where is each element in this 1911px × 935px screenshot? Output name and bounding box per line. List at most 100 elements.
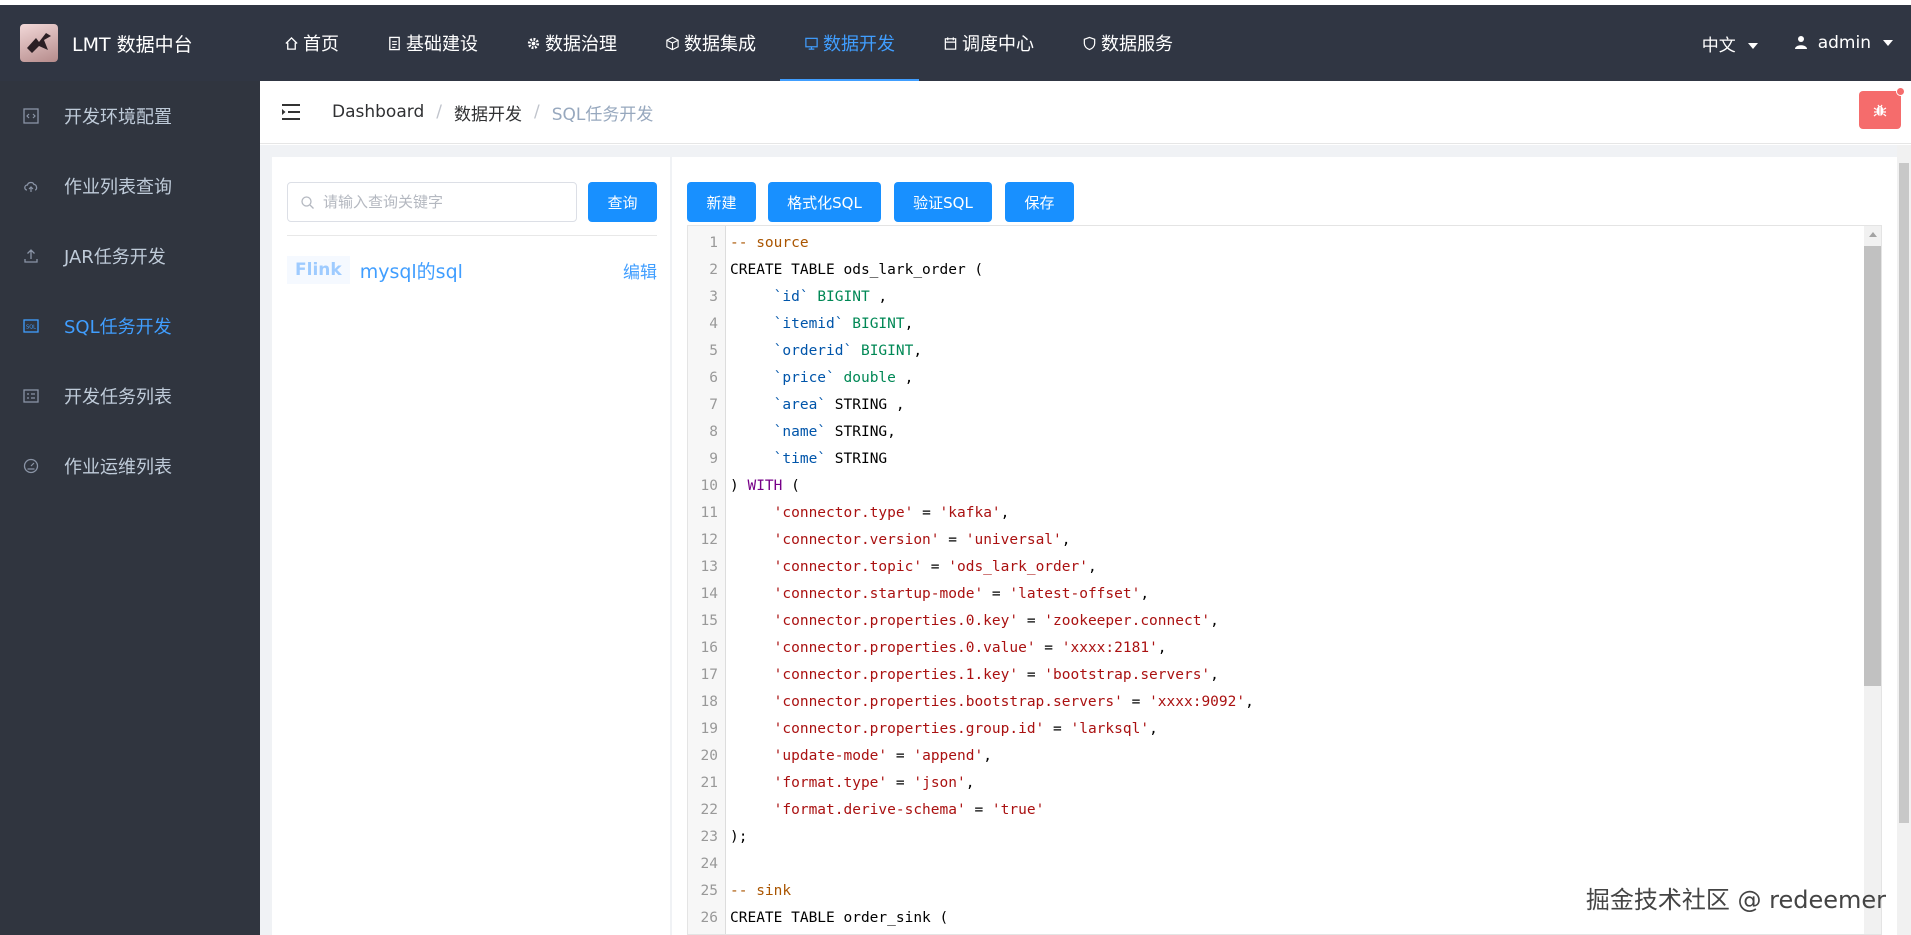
code-text[interactable]: `orderid` BIGINT, — [722, 338, 922, 365]
language-label: 中文 — [1701, 35, 1736, 56]
save-button[interactable]: 保存 — [1005, 182, 1074, 222]
format-sql-button[interactable]: 格式化SQL — [768, 182, 881, 222]
code-line[interactable]: 10) WITH ( — [688, 473, 1848, 500]
code-line[interactable]: 9 `time` STRING — [688, 446, 1848, 473]
breadcrumb-item[interactable]: 数据开发 — [454, 100, 522, 125]
code-editor[interactable]: 1 -- source 2 CREATE TABLE ods_lark_order (… — [687, 225, 1882, 935]
hamburger-icon[interactable] — [280, 101, 302, 123]
code-line[interactable]: 18 'connector.properties.bootstrap.serve… — [688, 689, 1848, 716]
scroll-up-arrow-icon[interactable] — [1869, 232, 1877, 237]
task-name[interactable]: mysql的sql — [360, 257, 463, 284]
code-line[interactable]: 7 `area` STRING , — [688, 392, 1848, 419]
nav-development[interactable]: 数据开发 — [780, 5, 919, 81]
cloud-upload-icon — [24, 181, 38, 192]
code-line[interactable]: 14 'connector.startup-mode' = 'latest-of… — [688, 581, 1848, 608]
code-text[interactable]: ) WITH ( — [722, 473, 800, 500]
code-text[interactable]: `name` STRING, — [722, 419, 896, 446]
code-line[interactable]: 16 'connector.properties.0.value' = 'xxx… — [688, 635, 1848, 662]
edit-link[interactable]: 编辑 — [623, 258, 657, 283]
search-field[interactable] — [287, 182, 577, 222]
bug-report-button[interactable] — [1859, 87, 1905, 129]
code-text[interactable]: 'format.derive-schema' = 'true' — [722, 797, 1045, 824]
code-text[interactable]: 'connector.properties.group.id' = 'larks… — [722, 716, 1158, 743]
code-text[interactable]: 'connector.properties.0.value' = 'xxxx:2… — [722, 635, 1167, 662]
sidebar-item-job-query[interactable]: 作业列表查询 — [0, 151, 260, 221]
dashboard-icon — [23, 458, 39, 474]
sidebar-item-jar-dev[interactable]: JAR任务开发 — [0, 221, 260, 291]
code-line[interactable]: 8 `name` STRING, — [688, 419, 1848, 446]
code-line[interactable]: 1 -- source — [688, 230, 1848, 257]
nav-integration[interactable]: 数据集成 — [641, 5, 780, 81]
page-scrollbar[interactable] — [1897, 145, 1911, 935]
code-text[interactable]: 'connector.version' = 'universal', — [722, 527, 1071, 554]
code-text[interactable]: 'connector.type' = 'kafka', — [722, 500, 1010, 527]
code-line[interactable]: 21 'format.type' = 'json', — [688, 770, 1848, 797]
sidebar-item-env-config[interactable]: 开发环境配置 — [0, 81, 260, 151]
code-line[interactable]: 22 'format.derive-schema' = 'true' — [688, 797, 1848, 824]
nav-scheduling[interactable]: 调度中心 — [919, 5, 1058, 81]
page-scroll-thumb[interactable] — [1899, 163, 1909, 823]
code-text[interactable]: CREATE TABLE ods_lark_order ( — [722, 257, 983, 284]
code-line[interactable]: 13 'connector.topic' = 'ods_lark_order', — [688, 554, 1848, 581]
code-text[interactable]: 'update-mode' = 'append', — [722, 743, 992, 770]
code-text[interactable]: 'connector.topic' = 'ods_lark_order', — [722, 554, 1097, 581]
language-selector[interactable]: 中文 — [1702, 31, 1758, 56]
code-text[interactable]: `price` double , — [722, 365, 914, 392]
search-input[interactable] — [323, 193, 563, 211]
chevron-down-icon — [1747, 42, 1758, 49]
code-line[interactable]: 17 'connector.properties.1.key' = 'boots… — [688, 662, 1848, 689]
code-lines[interactable]: 1 -- source 2 CREATE TABLE ods_lark_order (… — [688, 230, 1848, 932]
code-text[interactable] — [722, 851, 730, 878]
sidebar-item-dev-task-list[interactable]: 开发任务列表 — [0, 361, 260, 431]
code-line[interactable]: 12 'connector.version' = 'universal', — [688, 527, 1848, 554]
code-text[interactable]: 'connector.startup-mode' = 'latest-offse… — [722, 581, 1149, 608]
code-text[interactable]: `id` BIGINT , — [722, 284, 888, 311]
code-text[interactable]: 'format.type' = 'json', — [722, 770, 975, 797]
code-line[interactable]: 2 CREATE TABLE ods_lark_order ( — [688, 257, 1848, 284]
code-line[interactable]: 15 'connector.properties.0.key' = 'zooke… — [688, 608, 1848, 635]
nav-service[interactable]: 数据服务 — [1058, 5, 1197, 81]
code-text[interactable]: ); — [722, 824, 747, 851]
code-line[interactable]: 6 `price` double , — [688, 365, 1848, 392]
cube-icon — [666, 36, 679, 50]
editor-scrollbar[interactable] — [1864, 226, 1881, 934]
nav-governance[interactable]: 数据治理 — [502, 5, 641, 81]
code-line[interactable]: 4 `itemid` BIGINT, — [688, 311, 1848, 338]
document-icon — [389, 36, 400, 50]
code-text[interactable]: 'connector.properties.0.key' = 'zookeepe… — [722, 608, 1219, 635]
sql-editor-panel: 新建 格式化SQL 验证SQL 保存 1 -- source 2 CREATE TAB… — [672, 157, 1899, 935]
code-text[interactable]: -- source — [722, 230, 809, 257]
editor-scroll-thumb[interactable] — [1864, 246, 1881, 686]
validate-sql-button[interactable]: 验证SQL — [894, 182, 992, 222]
code-line[interactable]: 20 'update-mode' = 'append', — [688, 743, 1848, 770]
code-line[interactable]: 5 `orderid` BIGINT, — [688, 338, 1848, 365]
nav-label: 调度中心 — [962, 34, 1034, 55]
code-text[interactable]: `time` STRING — [722, 446, 888, 473]
user-menu[interactable]: admin — [1794, 33, 1893, 53]
line-number: 1 — [709, 235, 718, 251]
sidebar-item-job-ops[interactable]: 作业运维列表 — [0, 431, 260, 501]
nav-infrastructure[interactable]: 基础建设 — [363, 5, 502, 81]
task-list-item[interactable]: Flink mysql的sql 编辑 — [287, 252, 657, 288]
line-number: 7 — [709, 397, 718, 413]
code-line[interactable]: 23); — [688, 824, 1848, 851]
list-card-icon — [23, 389, 39, 403]
sidebar-item-sql-dev[interactable]: SQL SQL任务开发 — [0, 291, 260, 361]
code-line[interactable]: 19 'connector.properties.group.id' = 'la… — [688, 716, 1848, 743]
brand[interactable]: LMT 数据中台 — [20, 24, 193, 62]
code-text[interactable]: `itemid` BIGINT, — [722, 311, 914, 338]
breadcrumb-item[interactable]: Dashboard — [332, 102, 424, 122]
code-text[interactable]: 'connector.properties.1.key' = 'bootstra… — [722, 662, 1219, 689]
code-text[interactable]: -- sink — [722, 878, 791, 905]
sidebar-item-label: 开发任务列表 — [64, 387, 172, 408]
query-button[interactable]: 查询 — [588, 182, 657, 222]
new-button[interactable]: 新建 — [687, 182, 756, 222]
nav-home[interactable]: 首页 — [260, 5, 363, 81]
code-text[interactable]: 'connector.properties.bootstrap.servers'… — [722, 689, 1254, 716]
line-number: 18 — [700, 694, 718, 710]
code-text[interactable]: CREATE TABLE order_sink ( — [722, 905, 948, 932]
code-line[interactable]: 24 — [688, 851, 1848, 878]
code-text[interactable]: `area` STRING , — [722, 392, 905, 419]
code-line[interactable]: 11 'connector.type' = 'kafka', — [688, 500, 1848, 527]
code-line[interactable]: 3 `id` BIGINT , — [688, 284, 1848, 311]
